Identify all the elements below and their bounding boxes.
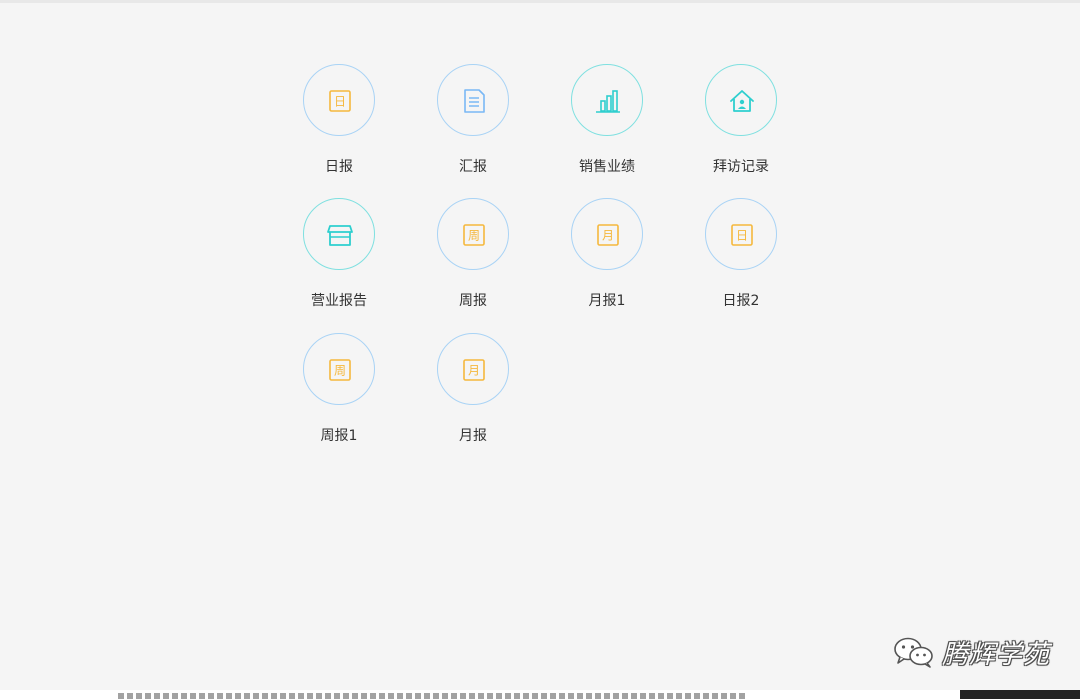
app-circle: 周: [303, 333, 375, 405]
calendar-week-icon: 周: [463, 224, 485, 246]
app-weekly-report-1[interactable]: 周 周报1: [280, 333, 400, 458]
app-daily-report[interactable]: 日 日报: [280, 64, 400, 189]
wechat-icon: [894, 637, 933, 668]
app-label: 月报: [459, 428, 487, 444]
store-icon: [327, 225, 353, 246]
app-sales-performance[interactable]: 销售业绩: [548, 64, 668, 189]
svg-text:周: 周: [334, 364, 346, 378]
svg-text:日: 日: [334, 95, 346, 109]
svg-text:日: 日: [736, 229, 748, 243]
app-circle: [303, 198, 375, 270]
app-circle: 月: [571, 198, 643, 270]
app-visit-records[interactable]: 拜访记录: [682, 64, 802, 189]
app-label: 周报: [459, 293, 487, 309]
cropped-text-line: [118, 693, 748, 699]
app-daily-report-2[interactable]: 日 日报2: [682, 198, 802, 323]
app-circle: 日: [705, 198, 777, 270]
watermark-text: 腾辉学苑: [942, 639, 1051, 670]
bottom-strip: [0, 690, 1080, 699]
app-label: 日报2: [722, 293, 760, 309]
svg-text:月: 月: [602, 229, 614, 243]
app-circle: 月: [437, 333, 509, 405]
top-divider: [0, 0, 1080, 3]
app-monthly-report[interactable]: 月 月报: [414, 333, 534, 458]
app-circle: [437, 64, 509, 136]
document-icon: [464, 89, 485, 113]
app-report[interactable]: 汇报: [414, 64, 534, 189]
calendar-day-icon: 日: [329, 90, 351, 112]
app-label: 月报1: [588, 293, 626, 309]
app-label: 拜访记录: [713, 159, 769, 175]
calendar-week-icon: 周: [329, 359, 351, 381]
app-label: 周报1: [320, 428, 358, 444]
app-circle: 周: [437, 198, 509, 270]
calendar-month-icon: 月: [463, 359, 485, 381]
app-weekly-report[interactable]: 周 周报: [414, 198, 534, 323]
app-circle: [705, 64, 777, 136]
app-monthly-report-1[interactable]: 月 月报1: [548, 198, 668, 323]
taskbar-edge: [960, 690, 1080, 699]
app-business-report[interactable]: 营业报告: [280, 198, 400, 323]
bar-chart-icon: [596, 90, 620, 113]
house-person-icon: [730, 90, 754, 112]
svg-text:周: 周: [468, 229, 480, 243]
app-circle: [571, 64, 643, 136]
calendar-month-icon: 月: [597, 224, 619, 246]
app-circle: 日: [303, 64, 375, 136]
app-label: 营业报告: [311, 293, 367, 309]
svg-text:月: 月: [468, 364, 480, 378]
app-label: 日报: [325, 159, 353, 175]
watermark: 腾辉学苑: [892, 632, 1050, 672]
app-label: 销售业绩: [579, 159, 635, 175]
calendar-day-icon: 日: [731, 224, 753, 246]
app-label: 汇报: [459, 159, 487, 175]
